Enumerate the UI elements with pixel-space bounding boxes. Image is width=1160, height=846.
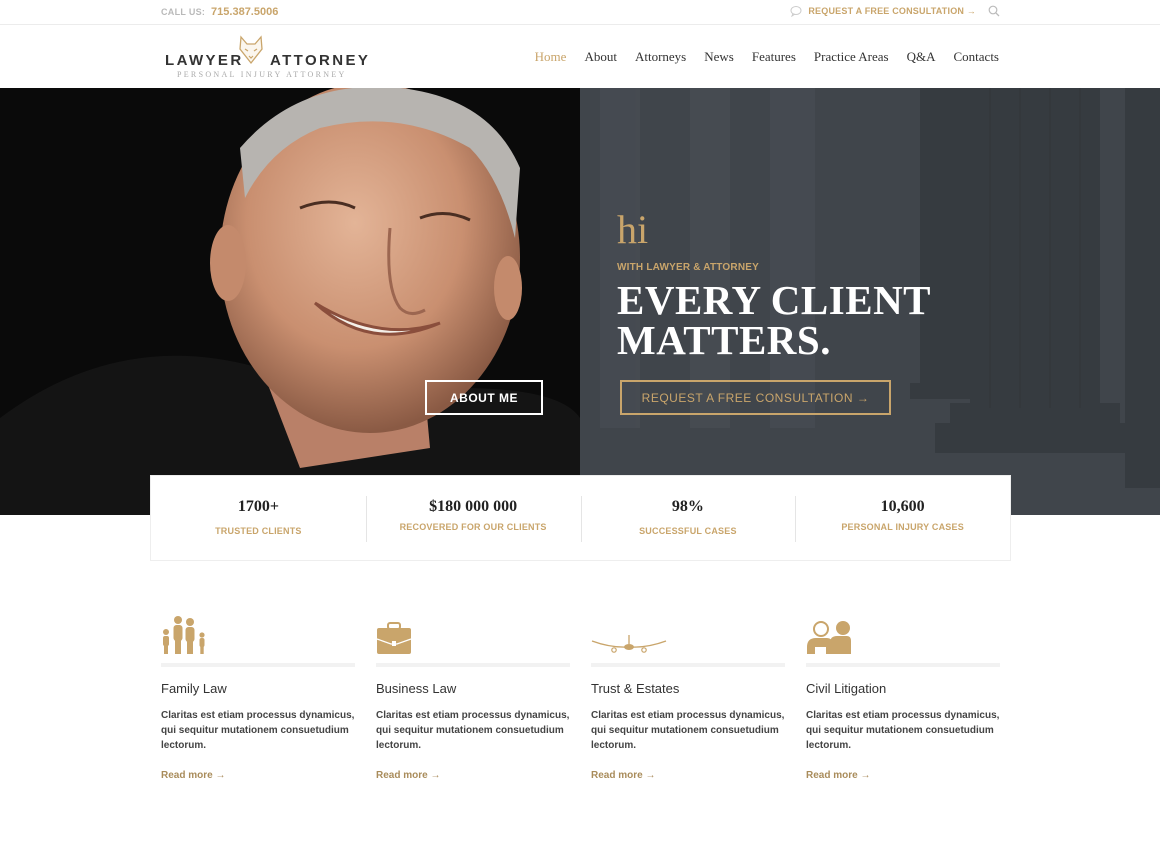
read-more-link[interactable]: Read more → xyxy=(161,770,355,781)
area-title[interactable]: Trust & Estates xyxy=(591,681,785,696)
nav-features[interactable]: Features xyxy=(752,49,796,65)
stat-label: PERSONAL INJURY CASES xyxy=(841,522,964,532)
stat-item: 10,600 PERSONAL INJURY CASES xyxy=(795,476,1010,560)
nav-qa[interactable]: Q&A xyxy=(907,49,936,65)
read-more-link[interactable]: Read more → xyxy=(376,770,570,781)
family-icon xyxy=(163,616,205,654)
stat-label: SUCCESSFUL CASES xyxy=(639,526,737,536)
phone-number[interactable]: 715.387.5006 xyxy=(211,6,278,18)
stat-value: 98% xyxy=(671,498,704,515)
practice-areas: Family Law Claritas est etiam processus … xyxy=(161,605,1001,781)
stat-value: 1700+ xyxy=(237,498,279,515)
main-nav: Home About Attorneys News Features Pract… xyxy=(535,49,999,65)
hero xyxy=(0,88,1160,515)
attorney-portrait xyxy=(0,88,580,515)
hero-subtitle: WITH LAWYER & ATTORNEY xyxy=(617,262,759,273)
stat-label: TRUSTED CLIENTS xyxy=(215,526,302,536)
stat-item: 1700+ TRUSTED CLIENTS xyxy=(151,476,366,560)
header: LAWYER ATTORNEY PERSONAL INJURY ATTORNEY… xyxy=(0,26,1160,88)
area-description: Claritas est etiam processus dynamicus, … xyxy=(806,710,1000,751)
nav-news[interactable]: News xyxy=(704,49,734,65)
logo-word-right: ATTORNEY xyxy=(270,52,371,69)
portrait-illustration xyxy=(0,88,580,515)
stat-item: $180 000 000 RECOVERED FOR OUR CLIENTS xyxy=(365,476,581,560)
read-more-link[interactable]: Read more → xyxy=(591,770,785,781)
briefcase-icon xyxy=(376,622,412,654)
divider xyxy=(806,663,1000,667)
headline-line-1: EVERY CLIENT xyxy=(617,277,932,323)
logo-word-left: LAWYER xyxy=(165,52,244,69)
chat-icon xyxy=(790,6,802,17)
nav-about[interactable]: About xyxy=(584,49,617,65)
logo[interactable]: LAWYER ATTORNEY PERSONAL INJURY ATTORNEY xyxy=(165,34,368,82)
read-more-link[interactable]: Read more → xyxy=(806,770,1000,781)
fox-icon xyxy=(239,35,263,65)
area-title[interactable]: Business Law xyxy=(376,681,570,696)
top-bar-actions: REQUEST A FREE CONSULTATION → xyxy=(790,5,1000,17)
stat-label: RECOVERED FOR OUR CLIENTS xyxy=(399,522,547,532)
divider xyxy=(376,663,570,667)
practice-area-card: Business Law Claritas est etiam processu… xyxy=(376,605,570,781)
stat-value: $180 000 000 xyxy=(429,498,518,515)
area-description: Claritas est etiam processus dynamicus, … xyxy=(591,710,785,751)
practice-area-card: Family Law Claritas est etiam processus … xyxy=(161,605,355,781)
logo-tagline: PERSONAL INJURY ATTORNEY xyxy=(177,70,347,79)
practice-area-card: Civil Litigation Claritas est etiam proc… xyxy=(806,605,1000,781)
area-description: Claritas est etiam processus dynamicus, … xyxy=(376,710,570,751)
nav-attorneys[interactable]: Attorneys xyxy=(635,49,686,65)
users-icon xyxy=(807,621,851,654)
divider xyxy=(591,663,785,667)
area-description: Claritas est etiam processus dynamicus, … xyxy=(161,710,355,751)
area-title[interactable]: Family Law xyxy=(161,681,355,696)
top-bar: CALL US: 715.387.5006 REQUEST A FREE CON… xyxy=(0,0,1160,25)
headline-line-2: MATTERS. xyxy=(617,317,831,363)
nav-home[interactable]: Home xyxy=(535,49,567,65)
stats-panel: 1700+ TRUSTED CLIENTS $180 000 000 RECOV… xyxy=(150,475,1011,561)
stat-item: 98% SUCCESSFUL CASES xyxy=(580,476,796,560)
hero-greeting: hi xyxy=(617,207,649,252)
stat-value: 10,600 xyxy=(880,498,925,515)
area-title[interactable]: Civil Litigation xyxy=(806,681,1000,696)
divider xyxy=(161,663,355,667)
about-me-button[interactable]: ABOUT ME xyxy=(425,380,543,415)
call-us-label: CALL US: xyxy=(161,7,206,17)
hero-headline: EVERY CLIENT MATTERS. xyxy=(617,277,932,363)
request-consultation-button[interactable]: REQUEST A FREE CONSULTATION → xyxy=(620,380,891,415)
nav-practice-areas[interactable]: Practice Areas xyxy=(814,49,889,65)
request-consultation-link[interactable]: REQUEST A FREE CONSULTATION → xyxy=(808,6,976,16)
airplane-icon xyxy=(591,635,667,653)
nav-contacts[interactable]: Contacts xyxy=(954,49,1000,65)
search-icon[interactable] xyxy=(988,5,1000,17)
call-us: CALL US: 715.387.5006 xyxy=(161,6,278,18)
practice-area-card: Trust & Estates Claritas est etiam proce… xyxy=(591,605,785,781)
